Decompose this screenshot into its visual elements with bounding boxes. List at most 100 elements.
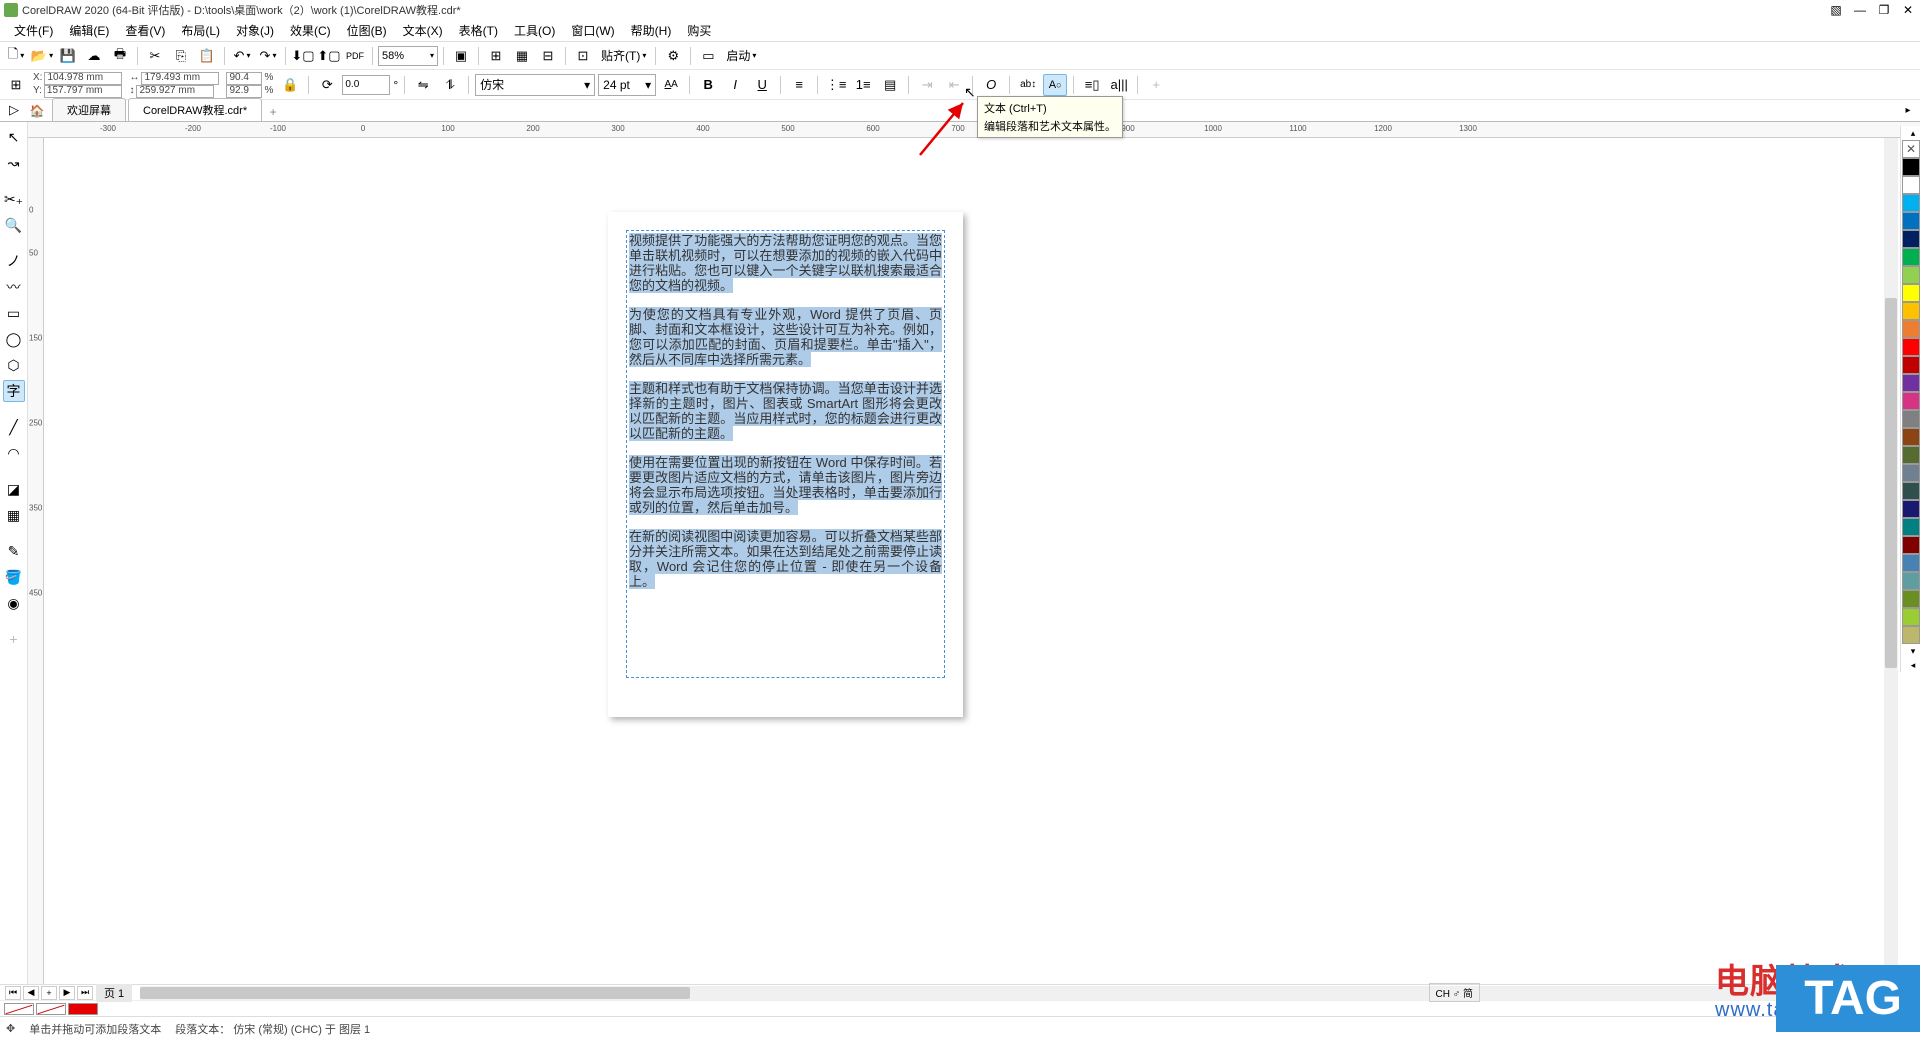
color-swatch[interactable] [1902, 500, 1920, 518]
color-swatch[interactable] [1902, 554, 1920, 572]
first-page-button[interactable]: ⏮ [5, 986, 21, 1000]
scrollbar-vertical[interactable] [1884, 138, 1898, 984]
color-swatch[interactable] [1902, 356, 1920, 374]
w-field[interactable]: 179.493 mm [141, 72, 219, 85]
mirror-h-button[interactable]: ⇋ [411, 74, 435, 96]
copy-button[interactable]: ⎘ [169, 45, 193, 67]
launch-icon[interactable]: ▭ [696, 45, 720, 67]
mirror-v-button[interactable]: ⥮ [438, 74, 462, 96]
font-variant-button[interactable]: AA [659, 74, 683, 96]
color-swatch[interactable] [1902, 482, 1920, 500]
palette-up-button[interactable]: ▴ [1901, 126, 1920, 140]
next-page-button[interactable]: ▶ [59, 986, 75, 1000]
paragraph-text-frame[interactable]: 视频提供了功能强大的方法帮助您证明您的观点。当您单击联机视频时，可以在想要添加的… [626, 230, 945, 678]
color-swatch[interactable] [1902, 194, 1920, 212]
connector-tool[interactable]: ◠ [3, 442, 25, 464]
menu-buy[interactable]: 购买 [679, 20, 719, 41]
selected-text[interactable]: 在新的阅读视图中阅读更加容易。可以折叠文档某些部分并关注所需文本。如果在达到结尾… [629, 529, 942, 589]
color-swatch[interactable] [1902, 410, 1920, 428]
ruler-horizontal[interactable]: -300 -200 -100 0 100 200 300 400 500 600… [28, 122, 1920, 138]
color-swatch[interactable] [1902, 248, 1920, 266]
guidelines-button[interactable]: ⊟ [536, 45, 560, 67]
maximize-button[interactable]: ❐ [1876, 3, 1892, 17]
polygon-tool[interactable]: ⬡ [3, 354, 25, 376]
h-field[interactable]: 259.927 mm [136, 85, 214, 98]
language-indicator[interactable]: CH ♂ 简 [1429, 983, 1481, 1002]
outline-color-swatch[interactable] [4, 1003, 34, 1015]
pdf-button[interactable]: PDF [343, 45, 367, 67]
color-swatch[interactable] [1902, 302, 1920, 320]
cut-button[interactable]: ✂ [143, 45, 167, 67]
home-tab-icon[interactable]: 🏠 [26, 101, 48, 121]
color-swatch[interactable] [1902, 428, 1920, 446]
number-list-button[interactable]: 1≡ [851, 74, 875, 96]
underline-button[interactable]: U [750, 74, 774, 96]
color-swatch[interactable] [1902, 590, 1920, 608]
alignment-button[interactable]: ≡ [787, 74, 811, 96]
tab-right-arrow[interactable]: ▸ [1896, 99, 1920, 121]
pick-tool[interactable]: ↖ [3, 126, 25, 148]
italic-button[interactable]: I [723, 74, 747, 96]
redo-button[interactable]: ↷▾ [256, 45, 280, 67]
page-tab-1[interactable]: 页 1 [96, 984, 132, 1002]
zoom-combo[interactable]: 58%▾ [378, 46, 438, 66]
undo-button[interactable]: ↶▾ [230, 45, 254, 67]
scrollbar-thumb[interactable] [140, 987, 690, 999]
tab-document[interactable]: CorelDRAW教程.cdr* [128, 98, 262, 121]
color-swatch[interactable] [1902, 212, 1920, 230]
import-button[interactable]: ⬇▢ [291, 45, 315, 67]
color-swatch[interactable] [1902, 536, 1920, 554]
ruler-vertical[interactable]: 0 50 150 250 350 450 [28, 138, 44, 984]
text-tool[interactable]: 字 [3, 380, 25, 402]
menu-tools[interactable]: 工具(O) [506, 20, 563, 41]
color-swatch[interactable] [1902, 320, 1920, 338]
menu-table[interactable]: 表格(T) [451, 20, 506, 41]
rotation-field[interactable]: 0.0 [342, 75, 390, 95]
outline-tool[interactable]: ◉ [3, 592, 25, 614]
minimize-button[interactable]: — [1852, 3, 1868, 17]
cdr-icon[interactable]: ▧ [1828, 3, 1844, 17]
menu-edit[interactable]: 编辑(E) [61, 20, 117, 41]
selected-text[interactable]: 主题和样式也有助于文档保持协调。当您单击设计并选择新的主题时，图片、图表或 Sm… [629, 381, 942, 441]
eyedropper-tool[interactable]: ✎ [3, 540, 25, 562]
menu-window[interactable]: 窗口(W) [563, 20, 622, 41]
close-button[interactable]: ✕ [1900, 3, 1916, 17]
dropcap-button[interactable]: ▤ [878, 74, 902, 96]
font-combo[interactable]: 仿宋▾ [475, 74, 595, 96]
align-button[interactable]: ⊡ [571, 45, 595, 67]
palette-flyout-button[interactable]: ◂ [1901, 658, 1920, 672]
fontsize-combo[interactable]: 24 pt▾ [598, 74, 656, 96]
artistic-media-tool[interactable]: 〰 [3, 276, 25, 298]
fullscreen-button[interactable]: ▣ [449, 45, 473, 67]
dropshadow-tool[interactable]: ◪ [3, 478, 25, 500]
pick-tab-icon[interactable]: ▷ [2, 99, 26, 121]
fill-color-swatch-2[interactable] [68, 1003, 98, 1015]
color-swatch[interactable] [1902, 284, 1920, 302]
shape-tool[interactable]: ↝ [3, 152, 25, 174]
zoom-tool[interactable]: 🔍 [3, 214, 25, 236]
color-swatch[interactable] [1902, 266, 1920, 284]
indent-inc-button[interactable]: ⇥ [915, 74, 939, 96]
open-button[interactable]: 📂▾ [30, 45, 54, 67]
freehand-tool[interactable]: ノ [3, 250, 25, 272]
color-swatch[interactable] [1902, 446, 1920, 464]
y-field[interactable]: 157.797 mm [44, 85, 122, 98]
new-tab-button[interactable]: + [264, 103, 282, 121]
cloud-button[interactable]: ☁ [82, 45, 106, 67]
selected-text[interactable]: 为使您的文档具有专业外观，Word 提供了页眉、页脚、封面和文本框设计，这些设计… [629, 307, 942, 367]
lock-ratio-button[interactable]: 🔒 [278, 74, 302, 96]
menu-file[interactable]: 文件(F) [6, 20, 61, 41]
color-swatch[interactable] [1902, 230, 1920, 248]
options-button[interactable]: ⚙ [661, 45, 685, 67]
color-swatch[interactable] [1902, 392, 1920, 410]
text-properties-button[interactable]: A○ [1043, 74, 1067, 96]
tab-welcome[interactable]: 欢迎屏幕 [52, 98, 126, 121]
crop-tool[interactable]: ✂₊ [3, 188, 25, 210]
print-button[interactable]: 🖶 [108, 45, 132, 67]
no-color-swatch[interactable] [1902, 140, 1920, 158]
color-swatch[interactable] [1902, 338, 1920, 356]
color-swatch[interactable] [1902, 176, 1920, 194]
scrollbar-horizontal[interactable] [140, 986, 1916, 1000]
fill-tool[interactable]: 🪣 [3, 566, 25, 588]
snap-dropdown[interactable]: 贴齐(T) ▾ [597, 45, 650, 66]
